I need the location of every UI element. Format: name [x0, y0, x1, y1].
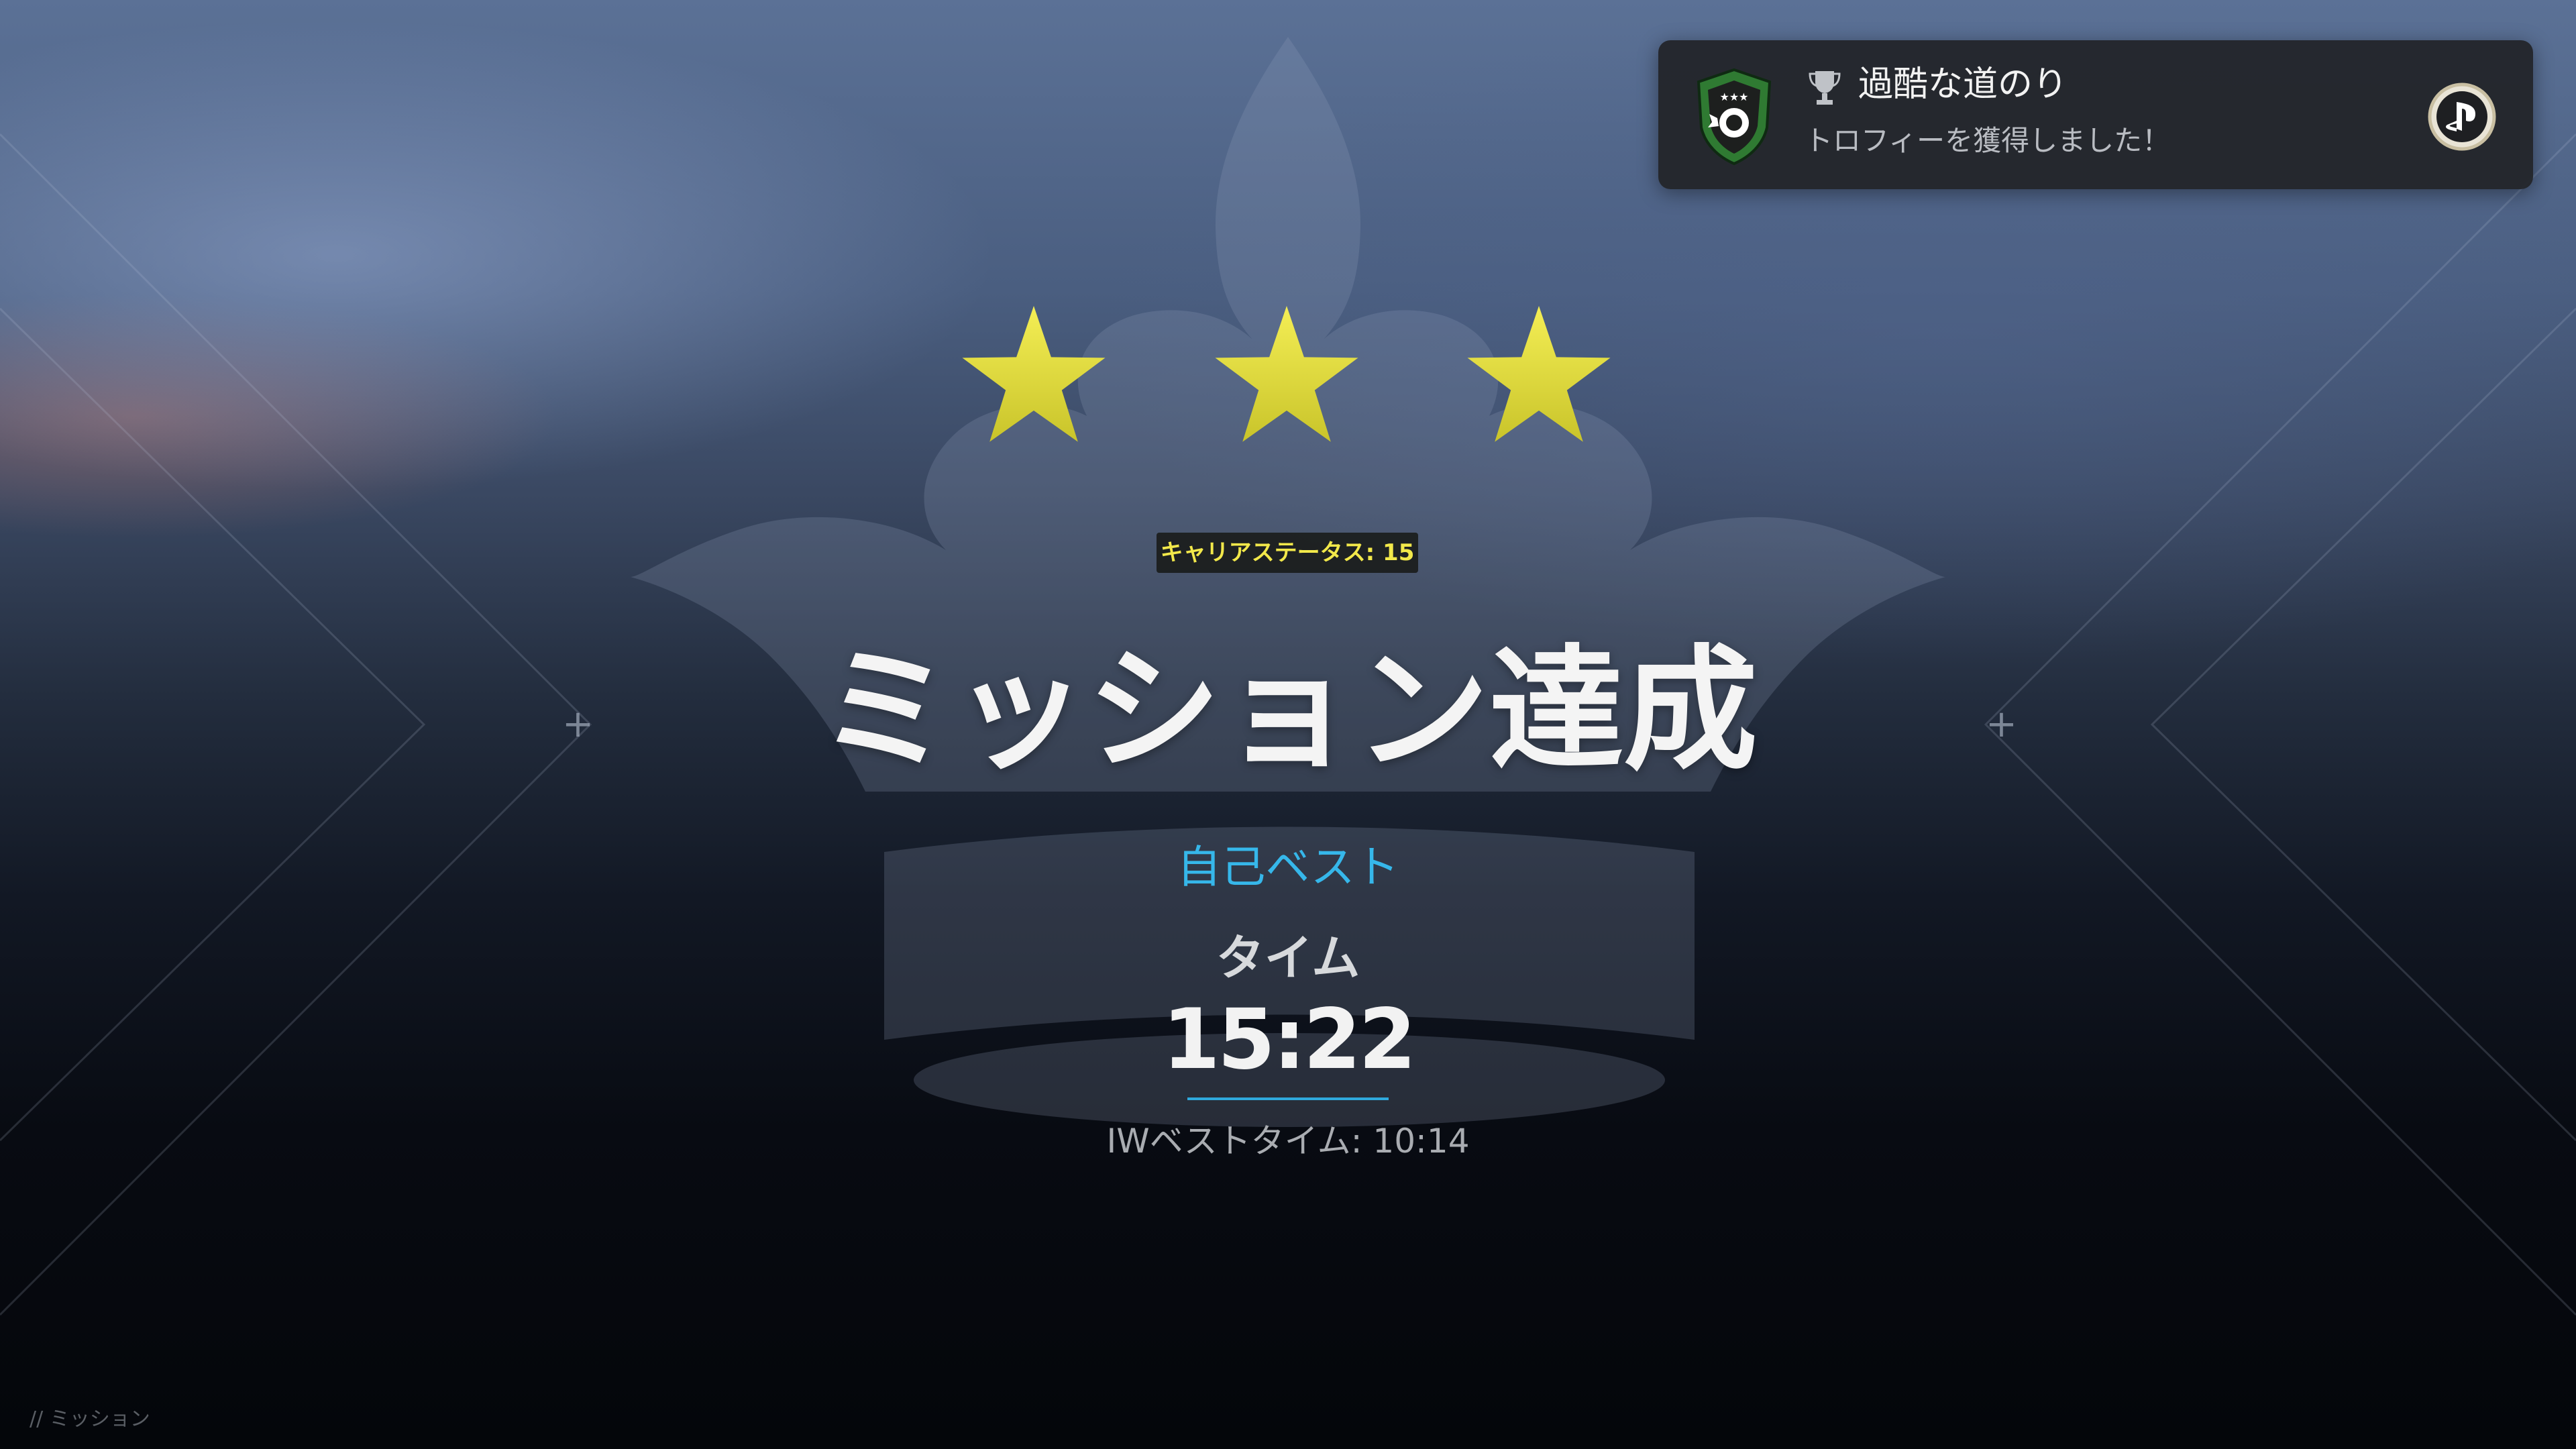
svg-text:★★★: ★★★	[1719, 91, 1748, 103]
mission-result-screen: + + ★★★ 過酷な道のり トロフィーを獲得しました！ キャリアステータス: …	[0, 0, 2576, 1449]
time-label: タイム	[1216, 930, 1360, 986]
playstation-icon	[2428, 83, 2496, 151]
trophy-badge-icon: ★★★	[1697, 68, 1772, 166]
time-value: 15:22	[1162, 991, 1417, 1088]
career-status-badge: キャリアステータス: 15	[1157, 533, 1418, 573]
iw-best-time: IWベストタイム: 10:14	[1106, 1122, 1470, 1161]
star-icon	[962, 306, 1106, 442]
trophy-title: 過酷な道のり	[1858, 64, 2068, 105]
trophy-subtitle: トロフィーを獲得しました！	[1805, 124, 2171, 157]
trophy-notification[interactable]: ★★★ 過酷な道のり トロフィーを獲得しました！	[1658, 40, 2533, 189]
star-icon	[1215, 306, 1358, 442]
personal-best-label: 自己ベスト	[1177, 841, 1399, 893]
time-underline	[1187, 1097, 1389, 1100]
mission-complete-title: ミッション達成	[818, 633, 1758, 789]
breadcrumb: // ミッション	[30, 1407, 150, 1431]
star-icon	[1467, 306, 1611, 442]
trophy-icon	[1809, 71, 1841, 105]
